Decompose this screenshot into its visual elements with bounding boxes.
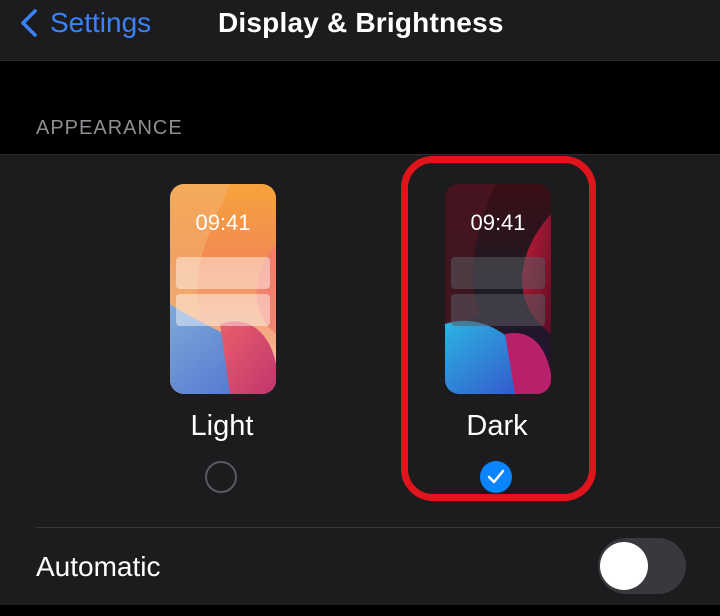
back-button[interactable]: Settings	[18, 6, 151, 40]
light-mode-radio[interactable]	[205, 461, 237, 493]
appearance-section-header: APPEARANCE	[36, 117, 183, 139]
light-mode-option[interactable]: 09:41 Light	[122, 155, 322, 525]
appearance-group: 09:41 Light 09:41 Dark Automatic	[0, 154, 720, 605]
automatic-label: Automatic	[36, 551, 161, 582]
chevron-left-icon	[21, 9, 37, 37]
dark-mode-highlight-annotation	[401, 156, 596, 501]
automatic-toggle[interactable]	[598, 538, 686, 594]
divider	[36, 527, 720, 528]
light-mode-preview: 09:41	[170, 184, 276, 394]
light-mode-label: Light	[190, 410, 254, 442]
back-button-label: Settings	[50, 7, 152, 38]
navigation-bar: Settings Display & Brightness	[0, 0, 720, 61]
toggle-knob	[600, 542, 648, 590]
light-preview-widget	[176, 294, 270, 326]
light-preview-widget	[176, 257, 270, 289]
light-preview-time: 09:41	[195, 210, 251, 235]
page-title: Display & Brightness	[218, 7, 504, 38]
